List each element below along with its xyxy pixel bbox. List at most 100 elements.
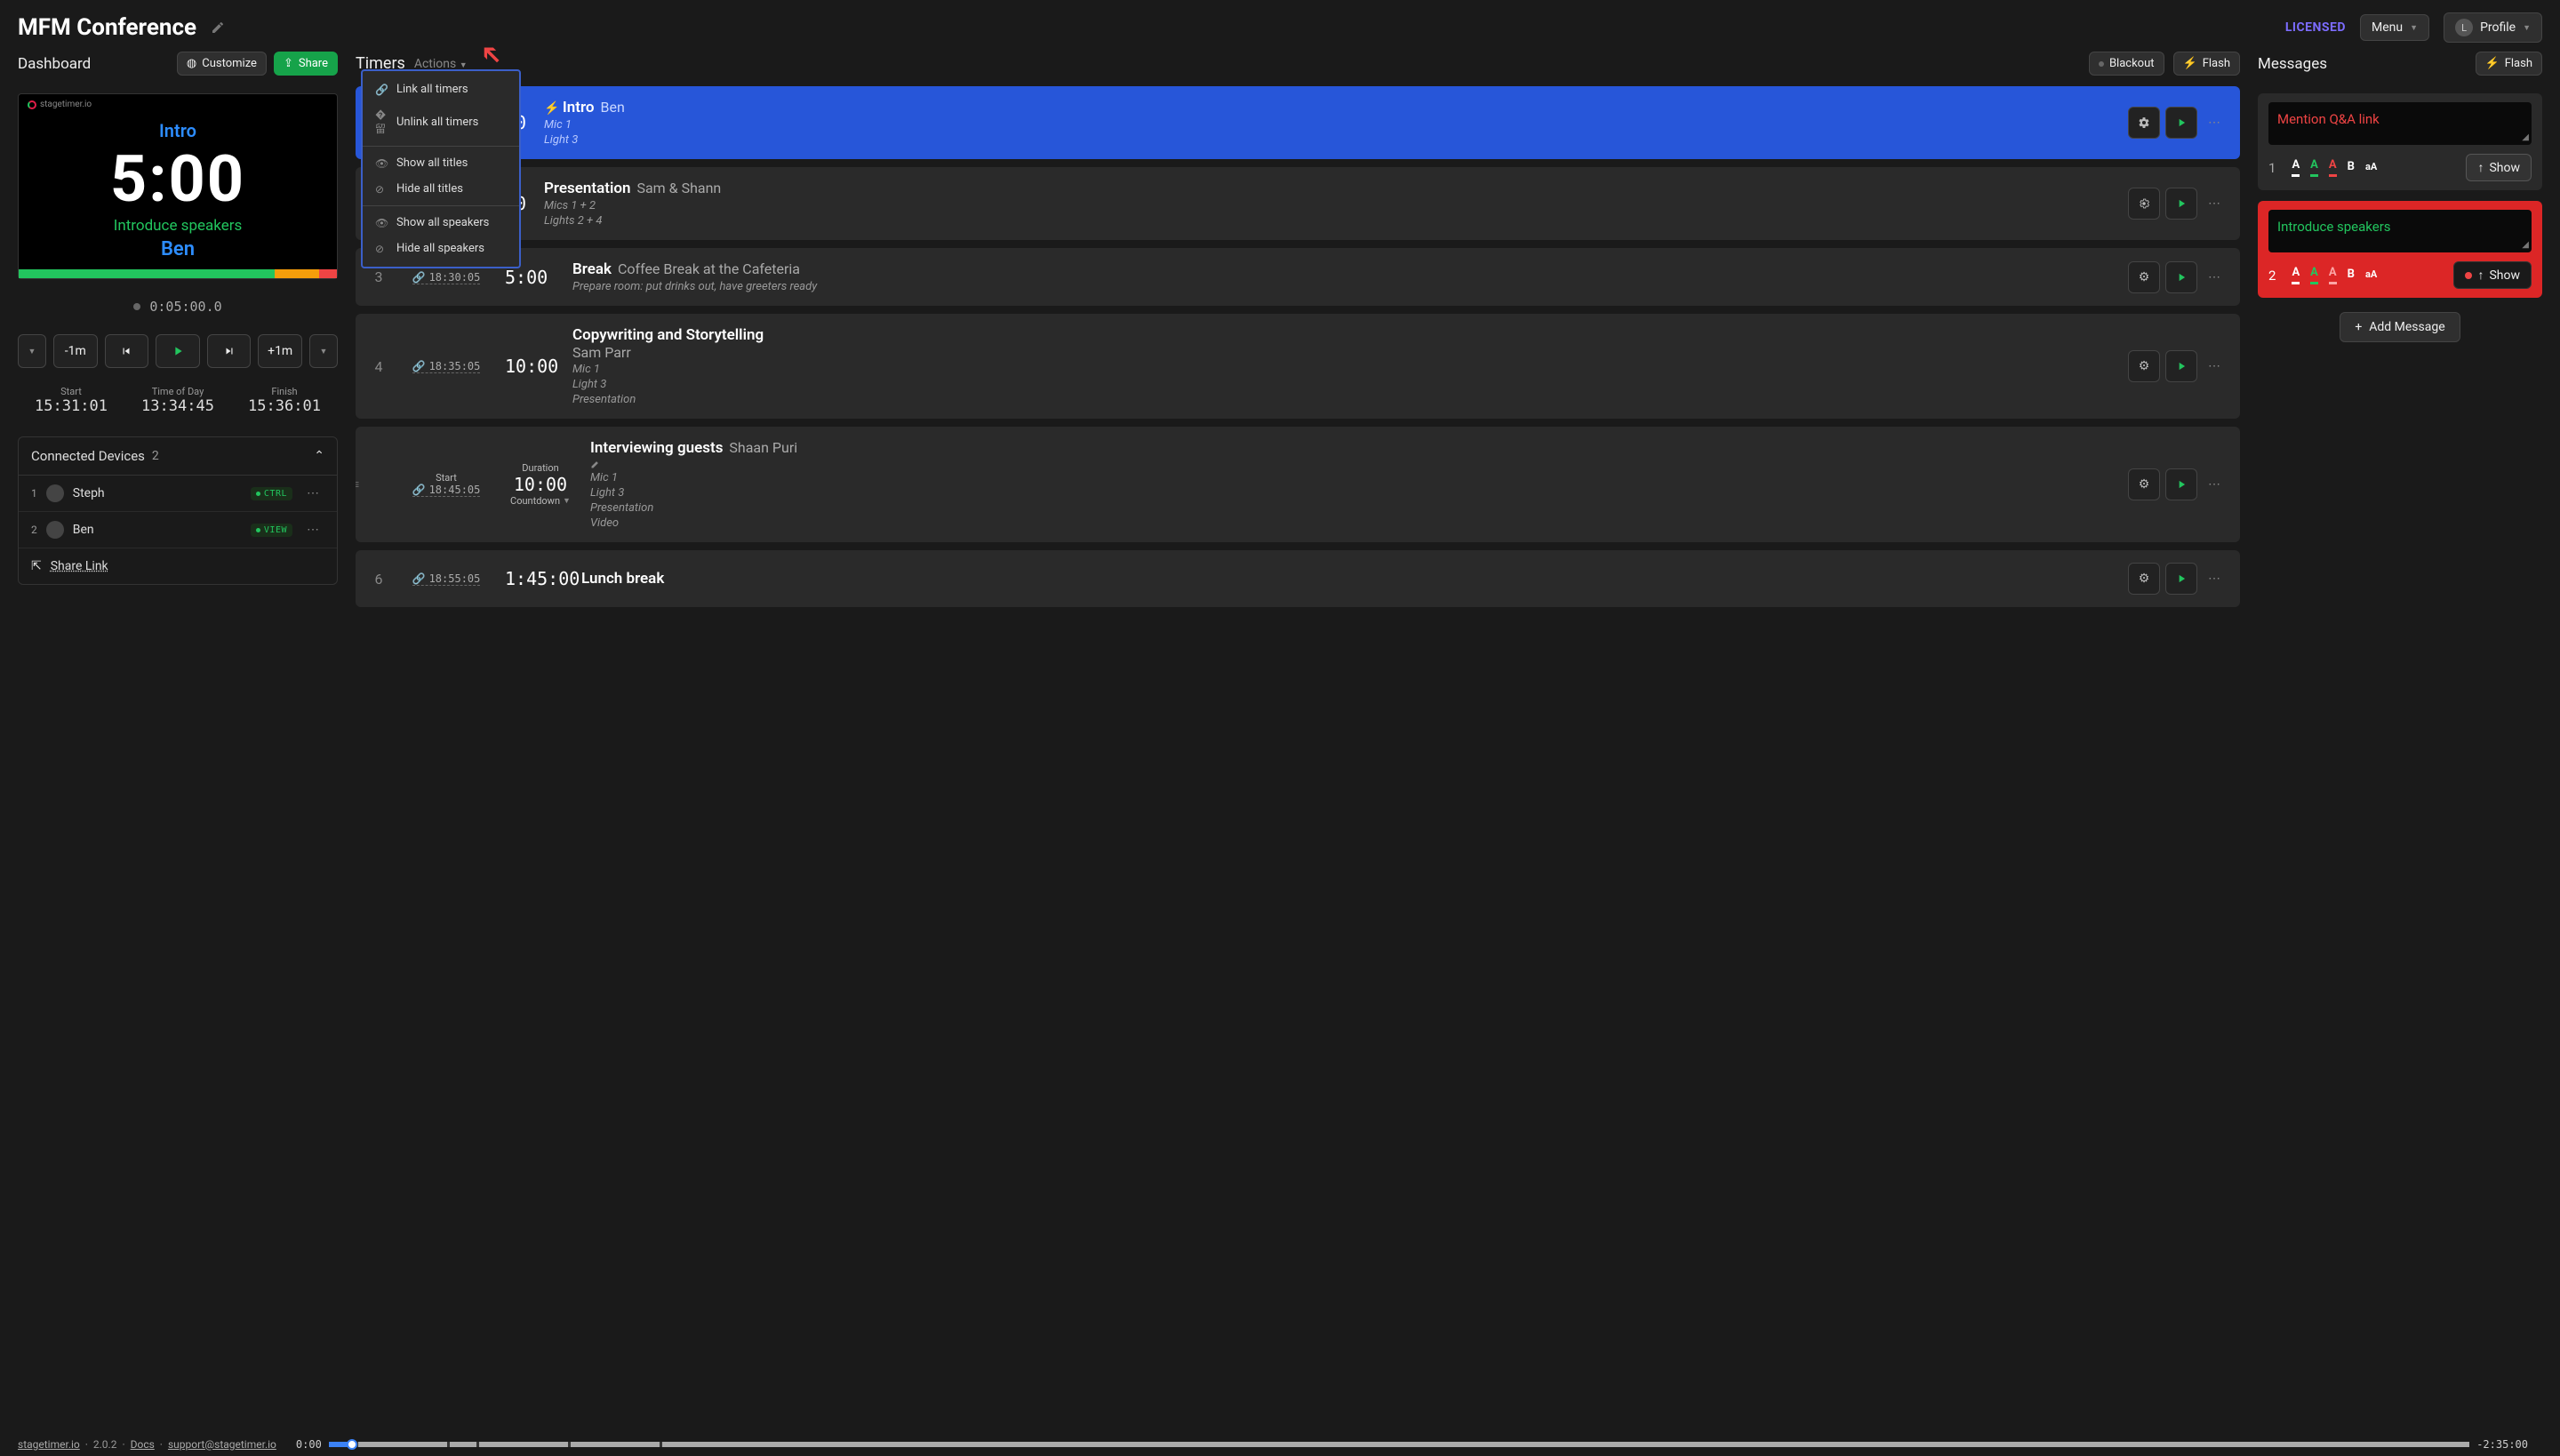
next-button[interactable] bbox=[207, 334, 252, 368]
gear-button[interactable]: ⚙ bbox=[2128, 261, 2160, 293]
minus-dropdown[interactable]: ▼ bbox=[18, 334, 46, 368]
timer-row[interactable]: 3 🔗18:30:05 5:00 Break Coffee Break at t… bbox=[356, 248, 2240, 306]
timer-row[interactable]: 5:00 ⚡ Intro Ben Mic 1 Light 3 ⋯ bbox=[356, 86, 2240, 159]
format-bold[interactable]: B bbox=[2348, 268, 2355, 284]
dd-show-titles[interactable]: 👁Show all titles bbox=[363, 150, 519, 176]
timer-row[interactable]: 4 🔗18:35:05 10:00 Copywriting and Storyt… bbox=[356, 314, 2240, 419]
dd-unlink-all[interactable]: �留Unlink all timers bbox=[363, 102, 519, 142]
more-icon[interactable]: ⋯ bbox=[2203, 477, 2226, 492]
more-icon[interactable]: ⋯ bbox=[301, 486, 324, 500]
share-button[interactable]: ⇪ Share bbox=[274, 52, 338, 76]
more-icon[interactable]: ⋯ bbox=[301, 523, 324, 537]
timer-row[interactable]: ≡ 5 Start 🔗18:45:05 Duration 10:00 Count… bbox=[356, 427, 2240, 542]
prev-button[interactable] bbox=[105, 334, 149, 368]
format-caps[interactable]: aA bbox=[2365, 268, 2377, 283]
timeline-track[interactable] bbox=[329, 1442, 2469, 1447]
resize-icon[interactable]: ◢ bbox=[2522, 240, 2529, 250]
share-link-button[interactable]: ⇱ Share Link bbox=[19, 548, 337, 584]
play-button[interactable] bbox=[2165, 468, 2197, 500]
avatar-icon bbox=[46, 484, 64, 502]
messages-title: Messages bbox=[2258, 55, 2327, 73]
preview-subtitle: Introduce speakers bbox=[114, 217, 243, 235]
drag-handle-icon[interactable]: ≡ bbox=[356, 477, 359, 492]
format-white[interactable]: A bbox=[2292, 158, 2300, 177]
edit-icon[interactable] bbox=[590, 459, 2114, 469]
finish-value: 15:36:01 bbox=[248, 397, 321, 415]
devices-header[interactable]: Connected Devices 2 ⌃ bbox=[19, 437, 337, 476]
flash-icon: ⚡ bbox=[2485, 57, 2500, 70]
link-icon: 🔗 bbox=[412, 271, 426, 284]
timer-start[interactable]: 🔗18:55:05 bbox=[412, 572, 481, 586]
timer-row[interactable]: 10:00 Presentation Sam & Shann Mics 1 + … bbox=[356, 167, 2240, 240]
timer-start[interactable]: 🔗18:35:05 bbox=[412, 360, 481, 373]
eye-off-icon: ⊘ bbox=[375, 183, 388, 196]
show-button[interactable]: ↑ Show bbox=[2466, 154, 2532, 181]
add-message-button[interactable]: + Add Message bbox=[2340, 312, 2460, 342]
flash-button[interactable]: ⚡ Flash bbox=[2476, 52, 2542, 76]
play-button[interactable] bbox=[2165, 188, 2197, 220]
device-row: 1 Steph CTRL ⋯ bbox=[19, 476, 337, 512]
more-icon[interactable]: ⋯ bbox=[2203, 116, 2226, 130]
actions-dropdown-menu: 🔗Link all timers �留Unlink all timers 👁Sh… bbox=[361, 69, 521, 268]
more-icon[interactable]: ⋯ bbox=[2203, 572, 2226, 586]
preview-name: Ben bbox=[161, 238, 195, 260]
eye-icon: 👁 bbox=[375, 217, 388, 229]
dd-link-all[interactable]: 🔗Link all timers bbox=[363, 76, 519, 102]
status-dot-icon bbox=[2465, 272, 2472, 279]
start-label: Start bbox=[35, 386, 108, 397]
more-icon[interactable]: ⋯ bbox=[2203, 196, 2226, 211]
format-green[interactable]: A bbox=[2310, 266, 2318, 284]
timer-start[interactable]: 🔗18:30:05 bbox=[412, 271, 481, 284]
dd-hide-speakers[interactable]: ⊘Hide all speakers bbox=[363, 236, 519, 261]
play-button[interactable] bbox=[2165, 563, 2197, 595]
timeline-end: -2:35:00 bbox=[2476, 1438, 2528, 1451]
timer-row[interactable]: 6 🔗18:55:05 1:45:00 Lunch break ⚙ ⋯ bbox=[356, 550, 2240, 607]
message-textarea[interactable]: Mention Q&A link ◢ bbox=[2268, 102, 2532, 145]
flash-button[interactable]: ⚡ Flash bbox=[2173, 52, 2240, 76]
avatar-icon bbox=[46, 521, 64, 539]
link-icon: 🔗 bbox=[375, 84, 388, 96]
docs-link[interactable]: Docs bbox=[131, 1438, 155, 1451]
caret-down-icon: ▼ bbox=[2523, 23, 2531, 33]
version: 2.0.2 bbox=[93, 1438, 117, 1451]
arrow-up-icon: ↑ bbox=[2477, 160, 2484, 175]
gear-button[interactable] bbox=[2128, 107, 2160, 139]
format-white[interactable]: A bbox=[2292, 266, 2300, 284]
more-icon[interactable]: ⋯ bbox=[2203, 270, 2226, 284]
timer-start[interactable]: 🔗18:45:05 bbox=[412, 484, 481, 497]
support-link[interactable]: support@stagetimer.io bbox=[168, 1438, 276, 1451]
link-icon: 🔗 bbox=[412, 572, 426, 585]
play-button[interactable] bbox=[2165, 350, 2197, 382]
plus-1m-button[interactable]: +1m bbox=[258, 334, 302, 368]
message-textarea[interactable]: Introduce speakers ◢ bbox=[2268, 210, 2532, 252]
format-green[interactable]: A bbox=[2310, 158, 2318, 177]
menu-button[interactable]: Menu ▼ bbox=[2360, 14, 2429, 41]
gear-button[interactable]: ⚙ bbox=[2128, 468, 2160, 500]
profile-button[interactable]: L Profile ▼ bbox=[2444, 12, 2542, 43]
gear-button[interactable]: ⚙ bbox=[2128, 563, 2160, 595]
play-button[interactable] bbox=[2165, 261, 2197, 293]
customize-button[interactable]: ◍ Customize bbox=[177, 52, 267, 76]
palette-icon: ◍ bbox=[187, 57, 196, 70]
plus-icon: + bbox=[2355, 320, 2362, 334]
gear-button[interactable] bbox=[2128, 188, 2160, 220]
play-button[interactable] bbox=[156, 334, 200, 368]
resize-icon[interactable]: ◢ bbox=[2522, 132, 2529, 142]
timeline-playhead[interactable] bbox=[347, 1439, 357, 1450]
dd-hide-titles[interactable]: ⊘Hide all titles bbox=[363, 176, 519, 202]
edit-title-icon[interactable] bbox=[211, 20, 225, 35]
play-button[interactable] bbox=[2165, 107, 2197, 139]
gear-button[interactable]: ⚙ bbox=[2128, 350, 2160, 382]
format-red[interactable]: A bbox=[2329, 158, 2337, 177]
dd-show-speakers[interactable]: 👁Show all speakers bbox=[363, 210, 519, 236]
plus-dropdown[interactable]: ▼ bbox=[309, 334, 338, 368]
format-bold[interactable]: B bbox=[2348, 160, 2355, 176]
show-button[interactable]: ↑ Show bbox=[2453, 261, 2532, 289]
brand-link[interactable]: stagetimer.io bbox=[18, 1438, 80, 1451]
format-red[interactable]: A bbox=[2329, 266, 2337, 284]
blackout-button[interactable]: Blackout bbox=[2089, 52, 2164, 76]
countdown-dropdown[interactable]: Countdown ▼ bbox=[510, 495, 571, 507]
format-caps[interactable]: aA bbox=[2365, 161, 2377, 175]
more-icon[interactable]: ⋯ bbox=[2203, 359, 2226, 373]
minus-1m-button[interactable]: -1m bbox=[53, 334, 98, 368]
